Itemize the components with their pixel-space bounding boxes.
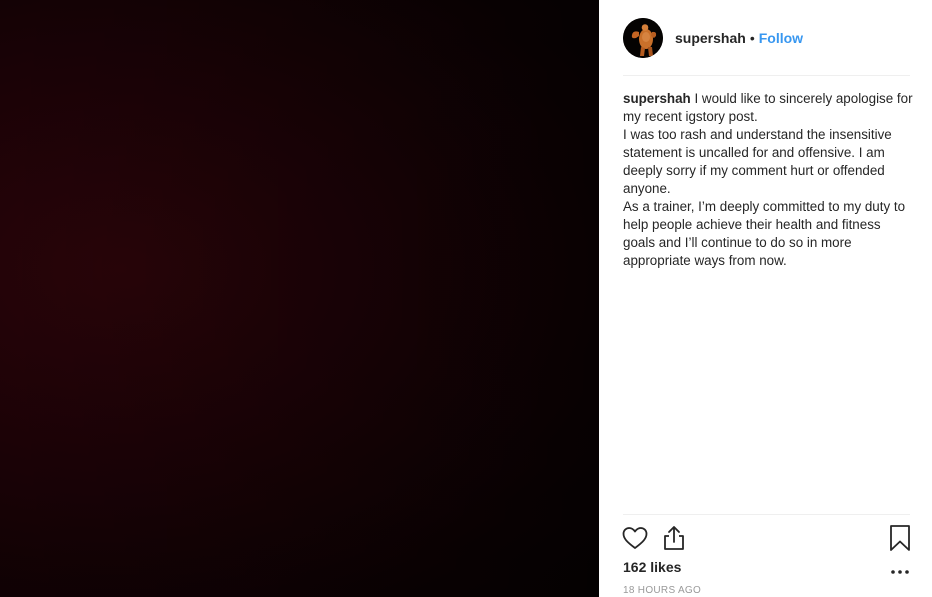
- separator-dot: •: [749, 30, 755, 46]
- post-media[interactable]: [0, 0, 599, 597]
- action-bar: [621, 524, 914, 554]
- heart-icon: [622, 527, 648, 549]
- more-options-icon: [891, 570, 909, 574]
- likes-count[interactable]: 162 likes: [623, 559, 681, 575]
- bodybuilder-avatar-icon: [623, 18, 663, 58]
- caption-text-2: I was too rash and understand the insens…: [623, 127, 892, 196]
- caption-first-line: supershah I would like to sincerely apol…: [623, 90, 913, 126]
- avatar[interactable]: [623, 18, 663, 58]
- post-sidebar: supershah • Follow supershah I would like …: [599, 0, 932, 597]
- instagram-post: supershah • Follow supershah I would like …: [0, 0, 932, 597]
- post-caption: supershah I would like to sincerely apol…: [623, 90, 913, 270]
- share-icon: [664, 526, 684, 550]
- caption-text-3: As a trainer, I’m deeply committed to my…: [623, 199, 906, 268]
- more-options-button[interactable]: [888, 563, 912, 581]
- post-header: supershah • Follow: [623, 18, 910, 76]
- save-button[interactable]: [889, 524, 911, 557]
- author-username[interactable]: supershah: [675, 30, 746, 46]
- author-row: supershah • Follow: [675, 30, 803, 46]
- post-timestamp: 18 HOURS AGO: [623, 585, 702, 596]
- caption-username[interactable]: supershah: [623, 91, 691, 106]
- bookmark-icon: [890, 525, 910, 551]
- divider: [623, 514, 910, 515]
- share-button[interactable]: [661, 524, 687, 557]
- like-button[interactable]: [621, 524, 649, 557]
- follow-button[interactable]: Follow: [759, 30, 803, 46]
